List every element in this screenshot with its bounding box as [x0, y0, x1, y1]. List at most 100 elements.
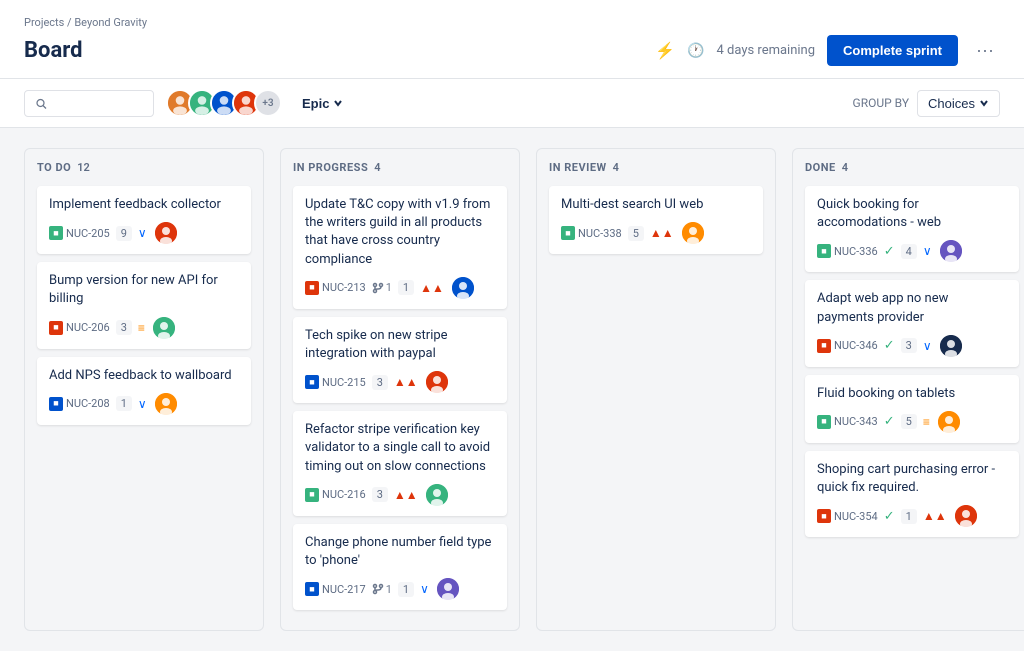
- priority-low-icon: ∨: [138, 226, 147, 240]
- branch-count: 1: [386, 281, 392, 294]
- avatar-group: +3: [166, 89, 282, 117]
- ticket-id: NUC-354: [834, 510, 878, 523]
- column-title: IN REVIEW: [549, 161, 607, 174]
- column-header-done: DONE 4: [805, 161, 1019, 174]
- ticket-icon: ■: [305, 488, 319, 502]
- card-meta: ■ NUC-336 ✓ 4 ∨: [817, 240, 1007, 262]
- ticket-icon: ■: [49, 226, 63, 240]
- more-options-button[interactable]: ···: [970, 36, 1000, 65]
- card-count: 5: [901, 414, 917, 429]
- ticket-badge: ■ NUC-354: [817, 509, 878, 523]
- priority-low-icon: ∨: [138, 397, 147, 411]
- column-title: IN PROGRESS: [293, 161, 368, 174]
- choices-label: Choices: [928, 96, 975, 111]
- page-title: Board: [24, 38, 82, 63]
- card-meta: ■ NUC-216 3 ▲▲: [305, 484, 495, 506]
- ticket-badge: ■ NUC-338: [561, 226, 622, 240]
- card[interactable]: Change phone number field type to 'phone…: [293, 524, 507, 610]
- choices-dropdown-button[interactable]: Choices: [917, 90, 1000, 117]
- assignee-avatar: [940, 335, 962, 357]
- ticket-icon: ■: [49, 321, 63, 335]
- assignee-avatar: [155, 393, 177, 415]
- card[interactable]: Add NPS feedback to wallboard ■ NUC-208 …: [37, 357, 251, 425]
- card[interactable]: Multi-dest search UI web ■ NUC-338 5 ▲▲: [549, 186, 763, 254]
- epic-filter-button[interactable]: Epic: [294, 90, 351, 117]
- card-title: Shoping cart purchasing error - quick fi…: [817, 461, 1007, 497]
- column-todo: TO DO 12 Implement feedback collector ■ …: [24, 148, 264, 631]
- breadcrumb: Projects / Beyond Gravity: [24, 8, 1000, 31]
- search-box[interactable]: [24, 90, 154, 117]
- priority-medium-icon: ≡: [138, 321, 145, 335]
- column-inprogress: IN PROGRESS 4 Update T&C copy with v1.9 …: [280, 148, 520, 631]
- card-title: Update T&C copy with v1.9 from the write…: [305, 196, 495, 269]
- card-count: 4: [901, 244, 917, 259]
- column-count: 4: [613, 161, 619, 174]
- card-count: 3: [116, 320, 132, 335]
- ticket-id: NUC-215: [322, 376, 366, 389]
- ticket-icon: ■: [305, 582, 319, 596]
- complete-sprint-button[interactable]: Complete sprint: [827, 35, 958, 66]
- chevron-down-icon: [979, 98, 989, 108]
- app-header: Projects / Beyond Gravity Board ⚡ 🕐 4 da…: [0, 0, 1024, 79]
- priority-high-icon: ▲▲: [394, 375, 418, 389]
- ticket-icon: ■: [817, 339, 831, 353]
- header-actions: ⚡ 🕐 4 days remaining Complete sprint ···: [655, 35, 1000, 66]
- ticket-id: NUC-217: [322, 583, 366, 596]
- branch-icon: 1: [372, 583, 392, 596]
- card[interactable]: Tech spike on new stripe integration wit…: [293, 317, 507, 403]
- card[interactable]: Shoping cart purchasing error - quick fi…: [805, 451, 1019, 537]
- ticket-badge: ■ NUC-343: [817, 415, 878, 429]
- clock-icon: 🕐: [687, 43, 704, 59]
- group-by-section: GROUP BY Choices: [853, 90, 1000, 117]
- column-done: DONE 4 Quick booking for accomodations -…: [792, 148, 1024, 631]
- ticket-id: NUC-216: [322, 488, 366, 501]
- ticket-icon: ■: [817, 415, 831, 429]
- branch-count: 1: [386, 583, 392, 596]
- card-title: Multi-dest search UI web: [561, 196, 751, 214]
- ticket-id: NUC-336: [834, 245, 878, 258]
- card[interactable]: Fluid booking on tablets ■ NUC-343 ✓ 5 ≡: [805, 375, 1019, 443]
- card-count: 5: [628, 226, 644, 241]
- search-icon: [35, 97, 47, 110]
- card[interactable]: Quick booking for accomodations - web ■ …: [805, 186, 1019, 272]
- card[interactable]: Refactor stripe verification key validat…: [293, 411, 507, 516]
- card[interactable]: Adapt web app no new payments provider ■…: [805, 280, 1019, 366]
- card[interactable]: Update T&C copy with v1.9 from the write…: [293, 186, 507, 309]
- sprint-days-remaining: 4 days remaining: [716, 43, 815, 58]
- ticket-id: NUC-208: [66, 397, 110, 410]
- ticket-badge: ■ NUC-213: [305, 281, 366, 295]
- assignee-avatar: [452, 277, 474, 299]
- ticket-id: NUC-213: [322, 281, 366, 294]
- ticket-id: NUC-205: [66, 227, 110, 240]
- avatar-more[interactable]: +3: [254, 89, 282, 117]
- ticket-badge: ■ NUC-206: [49, 321, 110, 335]
- assignee-avatar: [955, 505, 977, 527]
- card-count: 9: [116, 226, 132, 241]
- card[interactable]: Implement feedback collector ■ NUC-205 9…: [37, 186, 251, 254]
- done-checkmark: ✓: [884, 509, 895, 524]
- branch-icon: 1: [372, 281, 392, 294]
- priority-low-icon: ∨: [420, 582, 429, 596]
- ticket-icon: ■: [817, 244, 831, 258]
- search-input[interactable]: [53, 96, 143, 111]
- card-meta: ■ NUC-206 3 ≡: [49, 317, 239, 339]
- board: TO DO 12 Implement feedback collector ■ …: [0, 128, 1024, 651]
- header-row: Board ⚡ 🕐 4 days remaining Complete spri…: [24, 31, 1000, 78]
- priority-high-icon: ▲▲: [650, 226, 674, 240]
- ticket-icon: ■: [561, 226, 575, 240]
- card-meta: ■ NUC-354 ✓ 1 ▲▲: [817, 505, 1007, 527]
- card-title: Adapt web app no new payments provider: [817, 290, 1007, 326]
- card-count: 1: [116, 396, 132, 411]
- card-count: 1: [398, 280, 414, 295]
- card-title: Add NPS feedback to wallboard: [49, 367, 239, 385]
- card-meta: ■ NUC-346 ✓ 3 ∨: [817, 335, 1007, 357]
- card[interactable]: Bump version for new API for billing ■ N…: [37, 262, 251, 348]
- card-meta: ■ NUC-217 1 1 ∨: [305, 578, 495, 600]
- card-meta: ■ NUC-213 1 1 ▲▲: [305, 277, 495, 299]
- card-meta: ■ NUC-338 5 ▲▲: [561, 222, 751, 244]
- card-count: 1: [398, 582, 414, 597]
- column-header-inprogress: IN PROGRESS 4: [293, 161, 507, 174]
- card-title: Change phone number field type to 'phone…: [305, 534, 495, 570]
- column-header-todo: TO DO 12: [37, 161, 251, 174]
- card-title: Quick booking for accomodations - web: [817, 196, 1007, 232]
